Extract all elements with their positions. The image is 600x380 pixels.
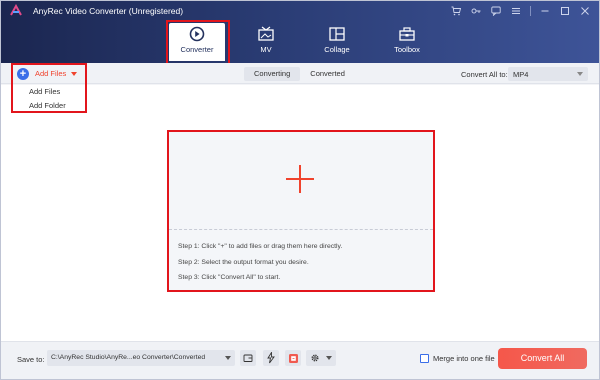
tab-collage-label: Collage	[324, 45, 350, 54]
convert-all-button[interactable]: Convert All	[498, 348, 587, 369]
cart-icon[interactable]	[446, 4, 466, 18]
menu-item-add-folder[interactable]: Add Folder	[13, 99, 85, 113]
header: AnyRec Video Converter (Unregistered) Co…	[1, 1, 599, 65]
maximize-icon[interactable]	[555, 4, 575, 18]
gpu-acceleration-button[interactable]	[285, 350, 301, 366]
settings-button[interactable]	[306, 350, 336, 366]
controls-divider	[530, 6, 531, 16]
minimize-icon[interactable]	[535, 4, 555, 18]
gpu-icon	[288, 353, 298, 363]
convert-all-to-label: Convert All to:	[461, 70, 508, 79]
save-path-text: C:\AnyRec Studio\AnyRe...eo Converter\Co…	[51, 354, 206, 361]
converter-icon	[189, 26, 205, 42]
tab-toolbox[interactable]: Toolbox	[379, 23, 435, 61]
close-icon[interactable]	[575, 4, 595, 18]
save-to-label: Save to:	[17, 355, 45, 364]
window-controls	[446, 4, 595, 18]
merge-label: Merge into one file	[433, 353, 495, 363]
menu-icon[interactable]	[506, 4, 526, 18]
title-bar: AnyRec Video Converter (Unregistered)	[1, 1, 599, 21]
lightning-icon	[267, 352, 275, 364]
tab-converted[interactable]: Converted	[300, 67, 355, 81]
collage-icon	[329, 27, 345, 41]
step-1-text: Step 1: Click "+" to add files or drag t…	[178, 243, 343, 250]
hardware-acceleration-button[interactable]	[263, 350, 279, 366]
step-2-text: Step 2: Select the output format you des…	[178, 259, 309, 266]
menu-item-add-files[interactable]: Add Files	[13, 85, 85, 99]
tab-converting[interactable]: Converting	[244, 67, 301, 81]
merge-checkbox[interactable]	[420, 353, 429, 363]
drop-zone[interactable]: Step 1: Click "+" to add files or drag t…	[167, 130, 435, 292]
app-title: AnyRec Video Converter (Unregistered)	[33, 6, 184, 16]
chevron-down-icon	[577, 72, 583, 76]
output-format-select[interactable]: MP4	[508, 67, 588, 81]
merge-option[interactable]: Merge into one file	[420, 353, 495, 363]
main-area: Step 1: Click "+" to add files or drag t…	[1, 85, 599, 341]
tab-collage[interactable]: Collage	[309, 23, 365, 61]
mv-icon	[258, 26, 274, 41]
open-folder-button[interactable]	[240, 350, 256, 366]
chevron-down-icon	[225, 356, 231, 360]
tab-mv[interactable]: MV	[238, 23, 294, 61]
step-3-text: Step 3: Click "Convert All" to start.	[178, 274, 281, 281]
bottom-bar: Save to: C:\AnyRec Studio\AnyRe...eo Con…	[1, 341, 599, 379]
gear-icon	[311, 354, 319, 362]
app-logo	[10, 4, 22, 16]
folder-icon	[243, 354, 253, 362]
add-plus-icon[interactable]	[286, 165, 314, 193]
app-window: AnyRec Video Converter (Unregistered) Co…	[0, 0, 600, 380]
tab-mv-label: MV	[260, 45, 272, 54]
tab-converter-label: Converter	[180, 45, 214, 54]
format-value: MP4	[513, 70, 529, 79]
key-icon[interactable]	[466, 4, 486, 18]
tab-converter[interactable]: Converter	[166, 20, 230, 65]
tab-toolbox-label: Toolbox	[394, 45, 420, 54]
add-files-menu: Add Files Add Folder	[13, 85, 85, 111]
add-files-dropdown: Add Files Add Folder	[11, 63, 87, 113]
feedback-icon[interactable]	[486, 4, 506, 18]
save-path-select[interactable]: C:\AnyRec Studio\AnyRe...eo Converter\Co…	[47, 350, 235, 366]
chevron-down-icon	[326, 356, 332, 360]
toolbox-icon	[399, 27, 415, 41]
dashed-divider	[169, 229, 433, 230]
status-tabs: Converting Converted	[244, 67, 355, 81]
toolbar: + Add Files Converting Converted Convert…	[1, 63, 599, 84]
main-nav: Converter MV Collage Toolbox	[1, 20, 599, 65]
